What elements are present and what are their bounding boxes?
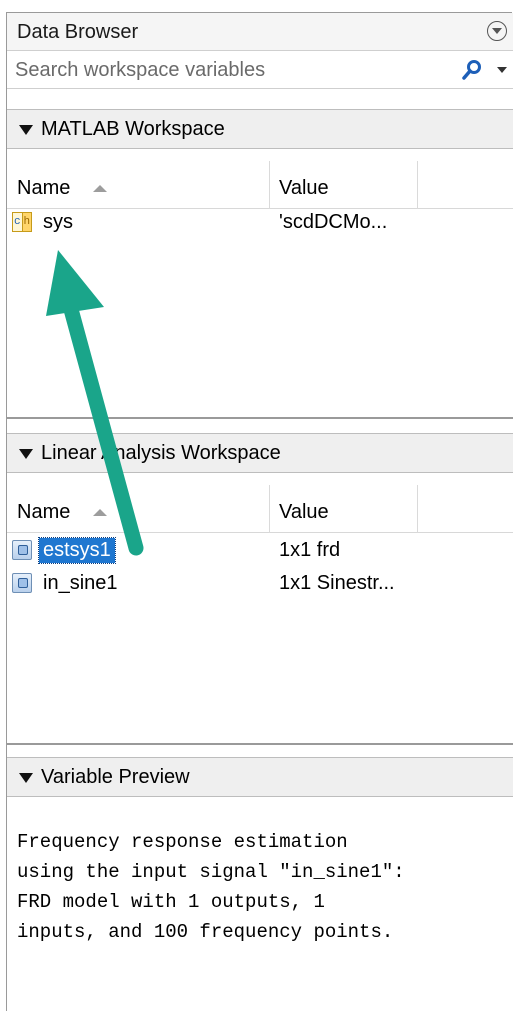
- annotation-arrow-icon: [46, 250, 144, 556]
